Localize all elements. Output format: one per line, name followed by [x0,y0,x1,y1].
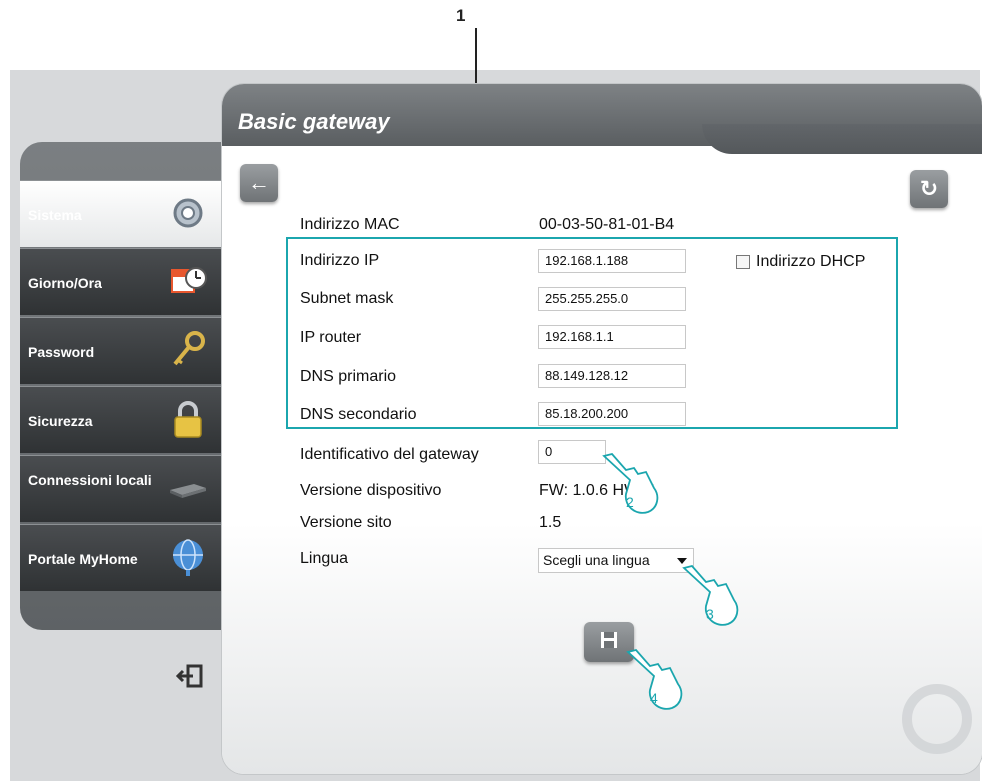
dhcp-checkbox[interactable]: Indirizzo DHCP [736,253,865,271]
sidebar-item-label: Giorno/Ora [28,275,102,291]
gear-icon [168,193,208,233]
gateway-id-label: Identificativo del gateway [300,446,479,463]
ip-label: Indirizzo IP [300,252,380,269]
sidebar-item-password[interactable]: Password [20,317,222,384]
checkbox-icon [736,255,750,269]
key-icon [168,330,208,370]
arrow-left-icon: ← [248,170,270,195]
dhcp-label: Indirizzo DHCP [756,253,866,270]
floppy-disk-icon [600,629,618,655]
logout-icon[interactable] [175,664,204,695]
sidebar-item-portale-myhome[interactable]: Portale MyHome [20,524,222,591]
title-bar-tab [702,124,982,154]
site-version-label: Versione sito [300,514,392,531]
dns1-field[interactable]: 88.149.128.12 [538,364,686,388]
ip-field[interactable]: 192.168.1.188 [538,249,686,273]
dns2-label: DNS secondario [300,406,417,423]
dns1-label: DNS primario [300,368,397,385]
callout-number-1: 1 [456,6,466,25]
sidebar-item-sicurezza[interactable]: Sicurezza [20,386,222,453]
sidebar-item-sistema[interactable]: Sistema [20,180,222,247]
sidebar-item-connessioni-locali[interactable]: Connessioni locali [20,455,222,522]
callout-number-3: 3 [706,606,714,622]
sidebar-item-giorno-ora[interactable]: Giorno/Ora [20,248,222,315]
language-select[interactable]: Scegli una lingua [538,548,694,573]
router-field[interactable]: 192.168.1.1 [538,325,686,349]
decorative-gear-icon [902,684,972,754]
globe-icon [168,537,208,577]
language-label: Lingua [300,550,349,567]
sidebar-item-label: Password [28,344,95,360]
sidebar-item-label: Sicurezza [28,413,93,429]
back-button[interactable]: ← [240,164,278,202]
mac-value: 00-03-50-81-01-B4 [539,216,675,233]
calendar-clock-icon [168,261,208,301]
router-label: IP router [300,329,362,346]
device-version-label: Versione dispositivo [300,482,442,499]
site-version-value: 1.5 [539,514,562,531]
refresh-button[interactable]: ↻ [910,170,948,208]
subnet-label: Subnet mask [300,290,394,307]
mac-label: Indirizzo MAC [300,216,400,233]
page-title: Basic gateway [238,109,390,134]
sidebar-item-label: Connessioni locali [28,472,152,488]
padlock-icon [168,399,208,439]
callout-number-2: 2 [626,494,634,510]
network-switch-icon [168,468,208,508]
sidebar-item-label: Sistema [28,207,82,223]
language-select-value: Scegli una lingua [543,552,650,568]
gateway-id-field[interactable]: 0 [538,440,606,464]
dns2-field[interactable]: 85.18.200.200 [538,402,686,426]
sidebar: Sistema Giorno/Ora Password Sicurezza Co… [20,142,222,630]
main-panel: Basic gateway ← ↻ Indirizzo MAC 00-03-50… [222,84,982,774]
subnet-field[interactable]: 255.255.255.0 [538,287,686,311]
refresh-icon: ↻ [919,176,939,201]
sidebar-item-label: Portale MyHome [28,551,138,567]
callout-number-4: 4 [650,690,658,706]
